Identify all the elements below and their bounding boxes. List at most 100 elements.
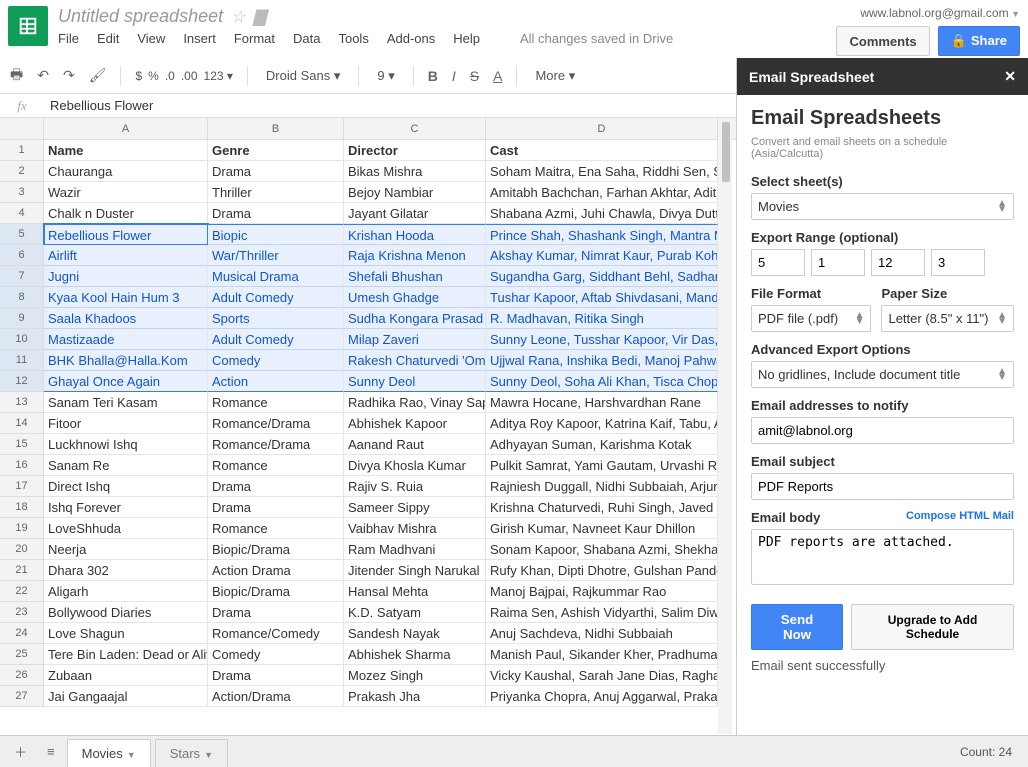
row-header[interactable]: 6 [0, 245, 44, 266]
row-header[interactable]: 9 [0, 308, 44, 329]
format-inc-dec[interactable]: .00 [181, 69, 198, 83]
cell[interactable]: Mawra Hocane, Harshvardhan Rane [486, 392, 718, 413]
cell[interactable]: Krishan Hooda [344, 224, 486, 245]
cell[interactable]: Mastizaade [44, 329, 208, 350]
col-header-d[interactable]: D [486, 118, 718, 139]
cell[interactable]: Rajniesh Duggall, Nidhi Subbaiah, Arjun … [486, 476, 718, 497]
row-header[interactable]: 11 [0, 350, 44, 371]
menu-addons[interactable]: Add-ons [387, 31, 435, 46]
cell[interactable]: Jugni [44, 266, 208, 287]
text-color-icon[interactable]: A [493, 68, 502, 84]
cell[interactable]: Bikas Mishra [344, 161, 486, 182]
range-col-end[interactable] [931, 249, 985, 276]
advanced-options-dropdown[interactable]: No gridlines, Include document title▲▼ [751, 361, 1014, 388]
range-row-end[interactable] [871, 249, 925, 276]
cell[interactable]: Aditya Roy Kapoor, Katrina Kaif, Tabu, A… [486, 413, 718, 434]
cell[interactable]: Romance/Drama [208, 434, 344, 455]
cell[interactable]: Airlift [44, 245, 208, 266]
row-header[interactable]: 27 [0, 686, 44, 707]
selection-count[interactable]: Count: 24 [950, 741, 1022, 763]
sheets-logo[interactable] [8, 6, 48, 46]
cell[interactable]: Adult Comedy [208, 287, 344, 308]
col-header-b[interactable]: B [208, 118, 344, 139]
cell[interactable]: Aanand Raut [344, 434, 486, 455]
cell[interactable]: Ghayal Once Again [44, 371, 208, 392]
row-header[interactable]: 10 [0, 329, 44, 350]
cell[interactable]: Zubaan [44, 665, 208, 686]
cell[interactable]: Drama [208, 161, 344, 182]
cell[interactable]: Action/Drama [208, 686, 344, 707]
cell[interactable]: Sanam Teri Kasam [44, 392, 208, 413]
cell[interactable]: Bollywood Diaries [44, 602, 208, 623]
cell[interactable]: LoveShhuda [44, 518, 208, 539]
cell[interactable]: Drama [208, 203, 344, 224]
cell[interactable]: Chauranga [44, 161, 208, 182]
undo-icon[interactable]: ↶ [37, 67, 49, 84]
cell[interactable]: Romance/Drama [208, 413, 344, 434]
menu-file[interactable]: File [58, 31, 79, 46]
cell[interactable]: Tushar Kapoor, Aftab Shivdasani, Mandana [486, 287, 718, 308]
cell[interactable]: Shabana Azmi, Juhi Chawla, Divya Dutta, … [486, 203, 718, 224]
cell[interactable]: Manoj Bajpai, Rajkummar Rao [486, 581, 718, 602]
cell[interactable]: Rajiv S. Ruia [344, 476, 486, 497]
cell[interactable]: Amitabh Bachchan, Farhan Akhtar, Aditi R… [486, 182, 718, 203]
format-dec-dec[interactable]: .0 [165, 69, 175, 83]
cell[interactable]: Adhyayan Suman, Karishma Kotak [486, 434, 718, 455]
row-header[interactable]: 24 [0, 623, 44, 644]
cell[interactable]: Love Shagun [44, 623, 208, 644]
send-now-button[interactable]: Send Now [751, 604, 843, 650]
cell[interactable]: Jayant Gilatar [344, 203, 486, 224]
cell[interactable]: Biopic/Drama [208, 539, 344, 560]
upgrade-button[interactable]: Upgrade to Add Schedule [851, 604, 1014, 650]
header-name[interactable]: Name [44, 140, 208, 161]
cell[interactable]: Sunny Deol [344, 371, 486, 392]
menu-edit[interactable]: Edit [97, 31, 119, 46]
tab-movies[interactable]: Movies▼ [67, 739, 151, 767]
cell[interactable]: Priyanka Chopra, Anuj Aggarwal, Prakash … [486, 686, 718, 707]
cell[interactable]: Drama [208, 602, 344, 623]
cell[interactable]: Neerja [44, 539, 208, 560]
header-director[interactable]: Director [344, 140, 486, 161]
row-header[interactable]: 8 [0, 287, 44, 308]
cell[interactable]: Sandesh Nayak [344, 623, 486, 644]
cell[interactable]: Action [208, 371, 344, 392]
range-row-start[interactable] [751, 249, 805, 276]
font-select[interactable]: Droid Sans ▾ [262, 66, 344, 86]
cell[interactable]: Luckhnowi Ishq [44, 434, 208, 455]
menu-tools[interactable]: Tools [338, 31, 368, 46]
row-header[interactable]: 22 [0, 581, 44, 602]
cell[interactable]: Drama [208, 497, 344, 518]
col-header-c[interactable]: C [344, 118, 486, 139]
cell[interactable]: Drama [208, 665, 344, 686]
paper-size-dropdown[interactable]: Letter (8.5" x 11")▲▼ [881, 305, 1014, 332]
compose-html-link[interactable]: Compose HTML Mail [906, 510, 1014, 522]
row-header[interactable]: 26 [0, 665, 44, 686]
row-header[interactable]: 20 [0, 539, 44, 560]
body-textarea[interactable] [751, 529, 1014, 585]
tab-stars[interactable]: Stars▼ [155, 739, 228, 767]
format-more[interactable]: 123 ▾ [204, 69, 233, 83]
cell[interactable]: Action Drama [208, 560, 344, 581]
subject-input[interactable] [751, 473, 1014, 500]
cell[interactable]: Abhishek Kapoor [344, 413, 486, 434]
cell[interactable]: Comedy [208, 350, 344, 371]
cell[interactable]: Biopic/Drama [208, 581, 344, 602]
share-button[interactable]: 🔒Share [938, 26, 1020, 56]
cell[interactable]: Bejoy Nambiar [344, 182, 486, 203]
cell[interactable]: Manish Paul, Sikander Kher, Pradhuman Si [486, 644, 718, 665]
comments-button[interactable]: Comments [836, 26, 929, 56]
row-header[interactable]: 17 [0, 476, 44, 497]
header-cast[interactable]: Cast [486, 140, 718, 161]
cell[interactable]: Sudha Kongara Prasad [344, 308, 486, 329]
cell[interactable]: Pulkit Samrat, Yami Gautam, Urvashi Raut… [486, 455, 718, 476]
cell[interactable]: Ujjwal Rana, Inshika Bedi, Manoj Pahwa, … [486, 350, 718, 371]
cell[interactable]: Dhara 302 [44, 560, 208, 581]
cell[interactable]: Kyaa Kool Hain Hum 3 [44, 287, 208, 308]
cell[interactable]: Saala Khadoos [44, 308, 208, 329]
row-header[interactable]: 23 [0, 602, 44, 623]
cell[interactable]: Adult Comedy [208, 329, 344, 350]
cell[interactable]: Wazir [44, 182, 208, 203]
row-header[interactable]: 18 [0, 497, 44, 518]
col-header-a[interactable]: A [44, 118, 208, 139]
cell[interactable]: Rebellious Flower [44, 224, 208, 245]
